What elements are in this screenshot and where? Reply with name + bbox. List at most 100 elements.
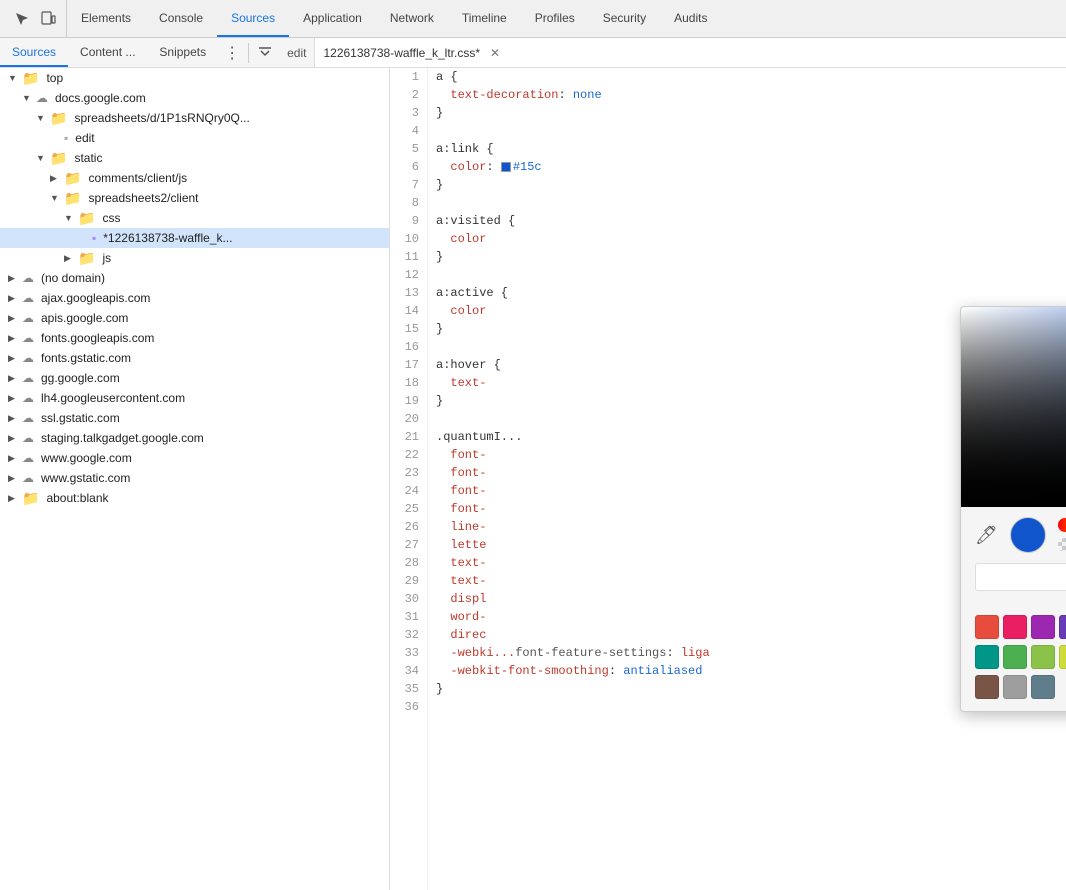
color-swatch-item[interactable] [975,615,999,639]
color-swatch-item[interactable] [1031,645,1055,669]
file-name: 1226138738-waffle_k_ltr.css* [323,46,480,60]
tree-arrow: ▶ [8,433,22,444]
line-number: 35 [390,680,419,698]
color-swatch-item[interactable] [1003,615,1027,639]
line-number: 8 [390,194,419,212]
stab-content[interactable]: Content ... [68,38,147,67]
color-swatches: ▲▼ [961,615,1066,699]
tree-item[interactable]: ▶☁apis.google.com [0,308,389,328]
gradient-darkness [961,307,1066,507]
line-number: 5 [390,140,419,158]
color-swatch[interactable] [501,162,511,172]
line-number: 2 [390,86,419,104]
tree-item[interactable]: ▼📁static [0,148,389,168]
color-swatch-item[interactable] [1059,615,1066,639]
tree-arrow: ▶ [8,313,22,324]
stab-sources[interactable]: Sources [0,38,68,67]
color-swatch-item[interactable] [975,645,999,669]
tree-arrow: ▶ [8,273,22,284]
tree-item[interactable]: ▶☁lh4.googleusercontent.com [0,388,389,408]
color-controls: 🖊 [961,507,1066,553]
tree-item[interactable]: ▶📁comments/client/js [0,168,389,188]
color-swatch-item[interactable] [1003,645,1027,669]
tab-audits[interactable]: Audits [660,0,721,37]
tree-item[interactable]: ▼☁docs.google.com [0,88,389,108]
tree-item[interactable]: ▶☁gg.google.com [0,368,389,388]
domain-icon: ☁ [22,411,34,425]
tree-label: ajax.googleapis.com [41,291,389,305]
line-number: 6 [390,158,419,176]
device-icon[interactable] [38,9,58,29]
tree-arrow: ▶ [8,473,22,484]
close-file-button[interactable]: ✕ [490,46,500,60]
tab-profiles[interactable]: Profiles [521,0,589,37]
alpha-slider-wrap[interactable] [1058,538,1066,552]
tree-arrow: ▼ [50,193,64,203]
alpha-gradient [1058,538,1066,552]
tree-item[interactable]: ▶📁js [0,248,389,268]
code-line: text-decoration: none [436,86,1066,104]
tree-label: about:blank [46,491,389,505]
tree-item[interactable]: ▼📁top [0,68,389,88]
tree-item[interactable]: ▶☁www.gstatic.com [0,468,389,488]
tree-label: comments/client/js [88,171,389,185]
tree-item[interactable]: ▶☁ssl.gstatic.com [0,408,389,428]
more-tabs-button[interactable]: ⋮ [218,38,246,67]
domain-icon: ☁ [22,371,34,385]
stab-snippets[interactable]: Snippets [147,38,218,67]
line-number: 11 [390,248,419,266]
collapse-button[interactable] [251,38,279,67]
sidebar[interactable]: ▼📁top▼☁docs.google.com▼📁spreadsheets/d/1… [0,68,390,890]
tree-label: www.gstatic.com [41,471,389,485]
color-swatch-item[interactable] [1003,675,1027,699]
tree-arrow: ▶ [8,353,22,364]
tab-elements[interactable]: Elements [67,0,145,37]
domain-icon: ☁ [22,391,34,405]
swatch-row [975,645,1066,669]
line-number: 10 [390,230,419,248]
eyedropper-icon[interactable]: 🖊 [975,525,998,546]
tab-security[interactable]: Security [589,0,660,37]
tree-item[interactable]: ▶☁www.google.com [0,448,389,468]
color-swatch-item[interactable] [1031,615,1055,639]
tab-sources[interactable]: Sources [217,0,289,37]
tree-label: edit [75,131,389,145]
tree-item[interactable]: ▶☁(no domain) [0,268,389,288]
code-line: color [436,230,1066,248]
code-line [436,122,1066,140]
line-number: 26 [390,518,419,536]
tree-item[interactable]: ▶☁fonts.googleapis.com [0,328,389,348]
tree-item[interactable]: ▼📁spreadsheets/d/1P1sRNQry0Q... [0,108,389,128]
tree-label: docs.google.com [55,91,389,105]
tab-timeline[interactable]: Timeline [448,0,521,37]
folder-icon: 📁 [64,190,81,207]
hue-slider[interactable] [1058,518,1066,532]
line-number: 30 [390,590,419,608]
tree-arrow: ▶ [8,413,22,424]
tree-item[interactable]: ▶☁ajax.googleapis.com [0,288,389,308]
folder-icon: 📁 [22,70,39,87]
tab-network[interactable]: Network [376,0,448,37]
cursor-icon[interactable] [12,9,32,29]
color-gradient[interactable] [961,307,1066,507]
color-swatch-item[interactable] [1031,675,1055,699]
tree-item[interactable]: ▶☁staging.talkgadget.google.com [0,428,389,448]
tree-item[interactable]: ▶📁about:blank [0,488,389,508]
tab-console[interactable]: Console [145,0,217,37]
color-picker: 🖊 ▲▼ HEX ▲▼ [960,306,1066,712]
hex-input[interactable] [975,563,1066,591]
file-icon: ▪ [64,131,68,145]
tree-item[interactable]: ▶☁fonts.gstatic.com [0,348,389,368]
tree-item[interactable]: ▪*1226138738-waffle_k... [0,228,389,248]
tree-item[interactable]: ▼📁css [0,208,389,228]
tree-item[interactable]: ▼📁spreadsheets2/client [0,188,389,208]
color-swatch-item[interactable] [975,675,999,699]
tree-arrow: ▶ [8,293,22,304]
tree-arrow: ▼ [22,93,36,103]
line-number: 18 [390,374,419,392]
tree-label: *1226138738-waffle_k... [103,231,389,245]
tree-item[interactable]: ▪ edit [0,128,389,148]
line-number: 9 [390,212,419,230]
tab-application[interactable]: Application [289,0,376,37]
color-swatch-item[interactable] [1059,645,1066,669]
